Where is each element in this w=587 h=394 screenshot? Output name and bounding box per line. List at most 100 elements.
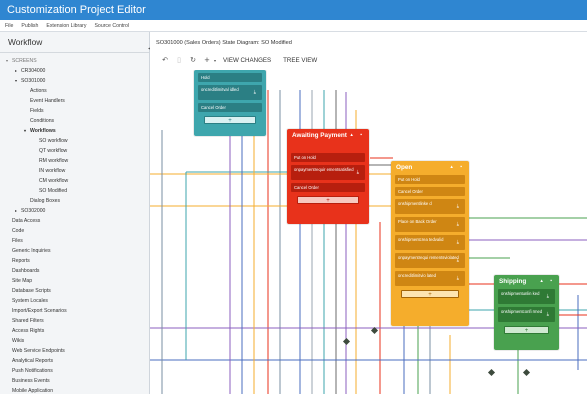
state-action[interactable]: onshipmentconfi rmed ⤓ bbox=[498, 307, 555, 322]
tree-item-label: Push Notifications bbox=[12, 368, 53, 374]
tree-item-label: Dialog Boxes bbox=[30, 198, 61, 204]
tree-item[interactable]: SO Modified bbox=[0, 186, 149, 196]
trash-icon[interactable]: ▯ bbox=[172, 56, 186, 64]
tree-item[interactable]: SO workflow bbox=[0, 136, 149, 146]
add-action-button[interactable]: + bbox=[504, 326, 549, 334]
state-action-label: Put on Hold bbox=[294, 155, 316, 160]
state-action-label: Cancel Order bbox=[294, 185, 319, 190]
state-controls-icon[interactable]: ▴ ▪ bbox=[350, 132, 365, 138]
tree-item-label: Dashboards bbox=[12, 268, 40, 274]
state-action[interactable]: Hold bbox=[198, 73, 262, 82]
tree-item[interactable]: Generic Inquiries bbox=[0, 246, 149, 256]
tree-item-label: Analytical Reports bbox=[12, 358, 54, 364]
action-flag-icon: ⤓ bbox=[546, 311, 549, 317]
state-action[interactable]: Cancel Order bbox=[198, 103, 262, 112]
state-action-label: oncreditlimitvio lated bbox=[398, 273, 436, 278]
app-title-bar: Customization Project Editor bbox=[0, 0, 587, 20]
state-open[interactable]: Open ▴ ▪ Put on Hold Cancel Order onshipment… bbox=[391, 161, 469, 326]
state-action[interactable]: Put on Hold bbox=[395, 175, 465, 184]
state-action[interactable]: Place on Back Order ⤓ bbox=[395, 217, 465, 232]
tree-item[interactable]: ▸ CR304000 bbox=[0, 66, 149, 76]
tree-item[interactable]: Data Access bbox=[0, 216, 149, 226]
tree-item[interactable]: Actions bbox=[0, 86, 149, 96]
state-awaiting-payment[interactable]: Awaiting Payment ▴ ▪ Put on Hold onpaymentr… bbox=[287, 129, 369, 224]
tree-item-label: Data Access bbox=[12, 218, 41, 224]
tree-item-label: CM workflow bbox=[39, 178, 69, 184]
tree-item-label: Web Service Endpoints bbox=[12, 348, 65, 354]
tree-item[interactable]: Web Service Endpoints bbox=[0, 346, 149, 356]
action-flag-icon: ⤓ bbox=[456, 257, 459, 263]
state-action-label: Place on Back Order bbox=[398, 219, 437, 224]
tree-item[interactable]: Wikis bbox=[0, 336, 149, 346]
tree-item[interactable]: CM workflow bbox=[0, 176, 149, 186]
tree-item[interactable]: Fields bbox=[0, 106, 149, 116]
action-flag-icon: ⤓ bbox=[456, 203, 459, 209]
state-action-label: Cancel Order bbox=[398, 189, 423, 194]
tree-item[interactable]: Analytical Reports bbox=[0, 356, 149, 366]
chevron-down-icon[interactable]: ▾ bbox=[214, 58, 216, 63]
tree-item[interactable]: Reports bbox=[0, 256, 149, 266]
tree-item[interactable]: Event Handlers bbox=[0, 96, 149, 106]
state-controls-icon[interactable]: ▴ ▪ bbox=[450, 164, 465, 170]
menu-publish[interactable]: Publish bbox=[21, 23, 38, 29]
state-action[interactable]: oncreditlimitval idled ⤓ bbox=[198, 85, 262, 100]
tree-item[interactable]: ▾ SCREENS bbox=[0, 56, 149, 66]
state-action[interactable]: onpaymentrequi rementsviolated ⤓ bbox=[395, 253, 465, 268]
tree-item[interactable]: Mobile Application bbox=[0, 386, 149, 394]
plus-icon[interactable]: + bbox=[200, 55, 214, 65]
tree-item[interactable]: RM workflow bbox=[0, 156, 149, 166]
tree-view-button[interactable]: TREE VIEW bbox=[283, 57, 317, 64]
tree-item[interactable]: Site Map bbox=[0, 276, 149, 286]
add-action-button[interactable]: + bbox=[297, 196, 359, 204]
state-action[interactable]: onpaymentrequir ementsatisfied ⤓ bbox=[291, 165, 365, 180]
tree-item[interactable]: ▸ SO302000 bbox=[0, 206, 149, 216]
tree-item[interactable]: Dashboards bbox=[0, 266, 149, 276]
tree-item[interactable]: Access Rights bbox=[0, 326, 149, 336]
undo-icon[interactable]: ↶ bbox=[158, 56, 172, 64]
tree-item[interactable]: Dialog Boxes bbox=[0, 196, 149, 206]
tree-item[interactable]: Shared Filters bbox=[0, 316, 149, 326]
tree-item-label: Reports bbox=[12, 258, 30, 264]
add-action-button[interactable]: + bbox=[401, 290, 459, 298]
state-action-label: onshipmentunlin ked bbox=[501, 291, 540, 296]
tree-item-label: IN workflow bbox=[39, 168, 66, 174]
tree-item[interactable]: Push Notifications bbox=[0, 366, 149, 376]
view-changes-button[interactable]: VIEW CHANGES bbox=[223, 57, 271, 64]
state-diagram-canvas[interactable]: Hold oncreditlimitval idled ⤓ Cancel Order +… bbox=[150, 70, 587, 394]
tree-item[interactable]: ▾ Workflows bbox=[0, 126, 149, 136]
tree-item-label: Workflows bbox=[30, 128, 56, 134]
tree-item[interactable]: Code bbox=[0, 226, 149, 236]
state-shipping[interactable]: Shipping ▴ ▪ onshipmentunlin ked ⤓ onshipmen… bbox=[494, 275, 559, 350]
state-action-label: Put on Hold bbox=[398, 177, 420, 182]
tree-item[interactable]: System Locales bbox=[0, 296, 149, 306]
tree-item[interactable]: IN workflow bbox=[0, 166, 149, 176]
state-action[interactable]: onshipmentunlin ked ⤓ bbox=[498, 289, 555, 304]
menu-source-control[interactable]: Source Control bbox=[94, 23, 129, 29]
action-flag-icon: ⤓ bbox=[356, 169, 359, 175]
state-action[interactable]: Cancel Order bbox=[291, 183, 365, 192]
tree-item[interactable]: Database Scripts bbox=[0, 286, 149, 296]
refresh-icon[interactable]: ↻ bbox=[186, 56, 200, 64]
sidebar-title: Workflow bbox=[8, 37, 43, 47]
state-action[interactable]: Cancel Order bbox=[395, 187, 465, 196]
add-action-button[interactable]: + bbox=[204, 116, 256, 124]
tree-item-label: Import/Export Scenarios bbox=[12, 308, 67, 314]
tree-item-label: Code bbox=[12, 228, 25, 234]
tree-item[interactable]: Conditions bbox=[0, 116, 149, 126]
app-title: Customization Project Editor bbox=[7, 4, 146, 16]
tree-item[interactable]: ▾ SO301000 bbox=[0, 76, 149, 86]
state-controls-icon[interactable]: ▴ ▪ bbox=[540, 278, 555, 284]
menu-file[interactable]: File bbox=[5, 23, 13, 29]
sidebar: Workflow ◂ ▾SCREENS▸CR304000▾SO301000 Act… bbox=[0, 32, 151, 394]
state-action[interactable]: oncreditlimitvio lated ⤓ bbox=[395, 271, 465, 286]
tree-item[interactable]: Import/Export Scenarios bbox=[0, 306, 149, 316]
tree-item[interactable]: QT workflow bbox=[0, 146, 149, 156]
menu-extension-library[interactable]: Extension Library bbox=[46, 23, 86, 29]
state-hold[interactable]: Hold oncreditlimitval idled ⤓ Cancel Order + bbox=[194, 70, 266, 136]
state-action[interactable]: onshipmentcrea tedvalid ⤓ bbox=[395, 235, 465, 250]
state-action[interactable]: Put on Hold bbox=[291, 153, 365, 162]
state-action[interactable]: onshipmentlinke d ⤓ bbox=[395, 199, 465, 214]
sidebar-header: Workflow ◂ bbox=[0, 32, 151, 53]
tree-item[interactable]: Files bbox=[0, 236, 149, 246]
tree-item[interactable]: Business Events bbox=[0, 376, 149, 386]
